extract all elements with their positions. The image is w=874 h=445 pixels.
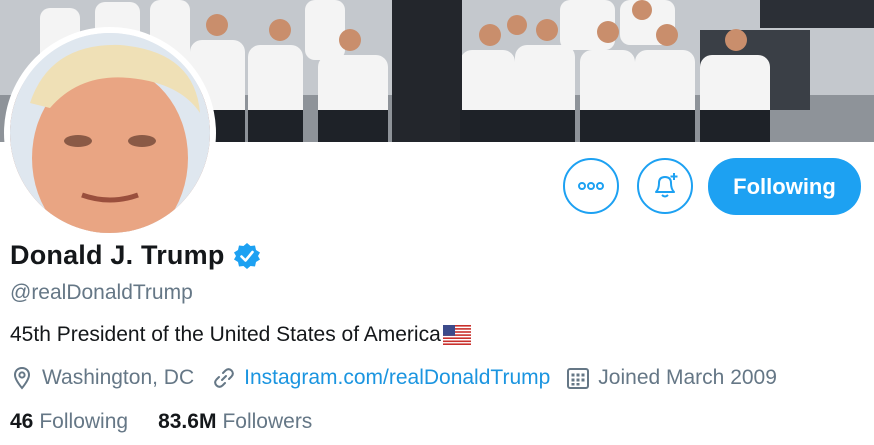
display-name: Donald J. Trump xyxy=(10,240,225,270)
bell-plus-icon xyxy=(655,173,678,198)
profile-handle: @realDonaldTrump xyxy=(10,281,193,304)
us-flag-icon xyxy=(442,325,471,345)
location-text: Washington, DC xyxy=(42,366,195,389)
bio-text: 45th President of the United States of A… xyxy=(10,323,441,346)
joined-text: Joined March 2009 xyxy=(598,366,777,389)
avatar-photo xyxy=(10,33,210,233)
following-stat[interactable]: 46 Following xyxy=(10,410,128,434)
more-icon xyxy=(578,182,604,190)
profile-bio: 45th President of the United States of A… xyxy=(10,323,471,347)
location-pin-icon xyxy=(13,366,31,390)
link-icon xyxy=(214,368,234,388)
website-item: Instagram.com/realDonaldTrump xyxy=(212,366,550,390)
following-button[interactable]: Following xyxy=(708,158,861,215)
followers-stat[interactable]: 83.6M Followers xyxy=(158,410,312,434)
following-label: Following xyxy=(39,410,129,433)
website-link[interactable]: Instagram.com/realDonaldTrump xyxy=(244,366,550,390)
profile-meta: Washington, DC Instagram.com/realDonaldT… xyxy=(10,366,777,390)
following-count: 46 xyxy=(10,410,34,433)
followers-count: 83.6M xyxy=(158,410,217,433)
notifications-button[interactable] xyxy=(637,158,693,214)
verified-badge-icon xyxy=(233,242,260,269)
followers-label: Followers xyxy=(222,410,313,433)
joined-item: Joined March 2009 xyxy=(566,366,777,390)
profile-stats: 46 Following 83.6M Followers xyxy=(10,410,312,434)
calendar-icon xyxy=(567,368,590,389)
profile-name-row: Donald J. Trump xyxy=(10,240,261,271)
profile-avatar[interactable] xyxy=(4,27,216,239)
location-item: Washington, DC xyxy=(10,366,194,390)
more-button[interactable] xyxy=(563,158,619,214)
